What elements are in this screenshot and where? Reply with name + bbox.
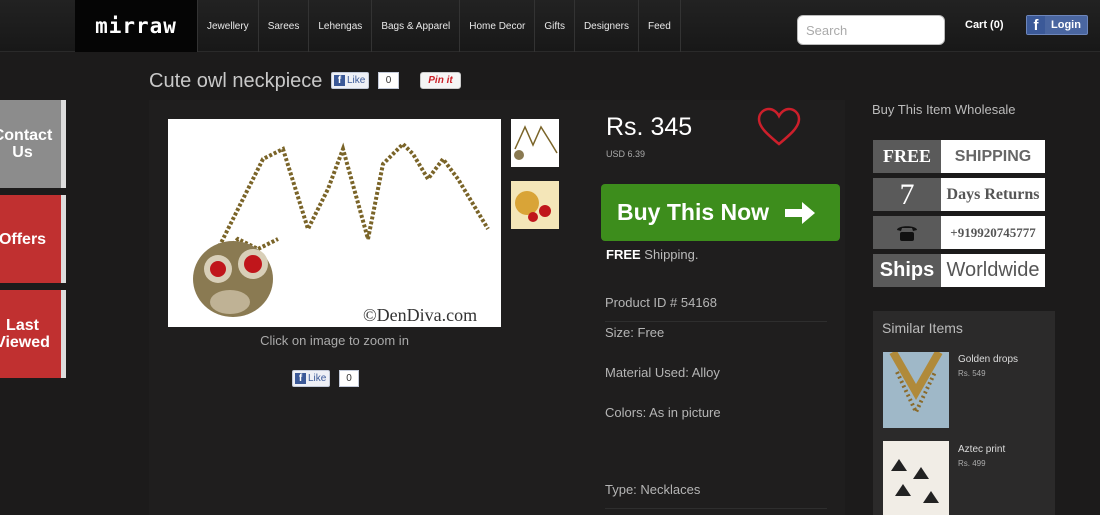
badge-worldwide: Worldwide [941, 254, 1045, 287]
facebook-login-button[interactable]: f Login [1026, 15, 1088, 35]
search-input[interactable] [797, 15, 945, 45]
nav-feed[interactable]: Feed [637, 0, 681, 52]
product-main-image[interactable]: ©DenDiva.com [168, 119, 501, 327]
site-logo[interactable]: mirraw [75, 0, 197, 52]
nav-sarees[interactable]: Sarees [257, 0, 309, 52]
zoom-hint: Click on image to zoom in [260, 333, 409, 348]
offers-tab[interactable]: Offers [0, 195, 66, 283]
divider [605, 321, 827, 322]
like-label: Like [308, 373, 327, 384]
thumbnail-necklace-image [514, 125, 558, 160]
divider [605, 508, 827, 509]
usd-price: USD 6.39 [606, 149, 646, 159]
product-title: Cute owl neckpiece [149, 70, 323, 92]
similar-item-name-1[interactable]: Golden drops [958, 354, 1018, 365]
product-size: Size: Free [605, 325, 665, 340]
like-count-bottom: 0 [339, 370, 359, 387]
shipping-text: Shipping. [640, 247, 699, 262]
nav-lehengas[interactable]: Lehengas [308, 0, 371, 52]
nav-jewellery[interactable]: Jewellery [197, 0, 258, 52]
nav-designers[interactable]: Designers [573, 0, 638, 52]
similar-items-title: Similar Items [882, 320, 963, 336]
top-navbar: mirraw Jewellery Sarees Lehengas Bags & … [0, 0, 1100, 52]
pinterest-pin-button[interactable]: Pin it [420, 72, 461, 89]
similar-item-price-1: Rs. 549 [958, 369, 986, 378]
image-watermark: ©DenDiva.com [363, 305, 478, 325]
product-id: Product ID # 54168 [605, 295, 718, 310]
nav-home-decor[interactable]: Home Decor [459, 0, 534, 52]
badge-phone-number[interactable]: +919920745777 [941, 216, 1045, 249]
thumbnail-owl-closeup-image [511, 181, 559, 229]
similar-item-name-2[interactable]: Aztec print [958, 444, 1005, 455]
facebook-icon: f [295, 373, 306, 384]
wishlist-heart-icon[interactable] [757, 107, 801, 147]
product-colors: Colors: As in picture [605, 405, 721, 420]
facebook-icon: f [334, 75, 345, 86]
nav-bags-apparel[interactable]: Bags & Apparel [371, 0, 459, 52]
aztec-print-image [883, 441, 949, 515]
buy-now-button[interactable]: Buy This Now [601, 184, 840, 241]
badge-free: FREE [873, 140, 941, 173]
wholesale-link[interactable]: Buy This Item Wholesale [872, 102, 1016, 117]
free-shipping-note: FREE Shipping. [606, 247, 699, 262]
product-thumbnail-1[interactable] [511, 119, 559, 167]
nav-gifts[interactable]: Gifts [534, 0, 574, 52]
like-label: Like [347, 75, 366, 86]
product-price: Rs. 345 [606, 113, 693, 141]
right-arrow-icon [785, 201, 816, 224]
facebook-like-button[interactable]: f Like [331, 72, 370, 89]
contact-us-tab[interactable]: Contact Us [0, 100, 66, 188]
main-nav: Jewellery Sarees Lehengas Bags & Apparel… [197, 0, 681, 52]
like-count: 0 [378, 72, 399, 89]
badge-days-returns: Days Returns [941, 178, 1045, 211]
login-label: Login [1051, 19, 1081, 31]
free-label: FREE [606, 247, 641, 262]
owl-necklace-image [193, 141, 490, 317]
similar-item-image-1[interactable] [883, 352, 949, 428]
offers-label: Offers [0, 230, 47, 248]
similar-item-image-2[interactable] [883, 441, 949, 515]
product-type: Type: Necklaces [605, 482, 701, 497]
badge-ships: Ships [873, 254, 941, 287]
similar-item-price-2: Rs. 499 [958, 459, 986, 468]
golden-drops-image [883, 352, 949, 428]
telephone-icon [873, 216, 941, 249]
phone-badge: +919920745777 [873, 216, 1045, 249]
cart-link[interactable]: Cart (0) [965, 19, 1004, 31]
buy-now-label: Buy This Now [617, 199, 770, 225]
worldwide-badge: Ships Worldwide [873, 254, 1045, 287]
badge-days-number: 7 [873, 178, 941, 211]
contact-us-label: Contact Us [0, 127, 53, 161]
product-material: Material Used: Alloy [605, 365, 720, 380]
last-viewed-label: Last Viewed [0, 317, 50, 351]
badge-shipping: SHIPPING [941, 140, 1045, 173]
free-shipping-badge: FREE SHIPPING [873, 140, 1045, 173]
facebook-icon: f [1027, 16, 1045, 34]
last-viewed-tab[interactable]: Last Viewed [0, 290, 66, 378]
facebook-like-button-bottom[interactable]: f Like [292, 370, 331, 387]
product-thumbnail-2[interactable] [511, 181, 559, 229]
returns-badge: 7 Days Returns [873, 178, 1045, 211]
